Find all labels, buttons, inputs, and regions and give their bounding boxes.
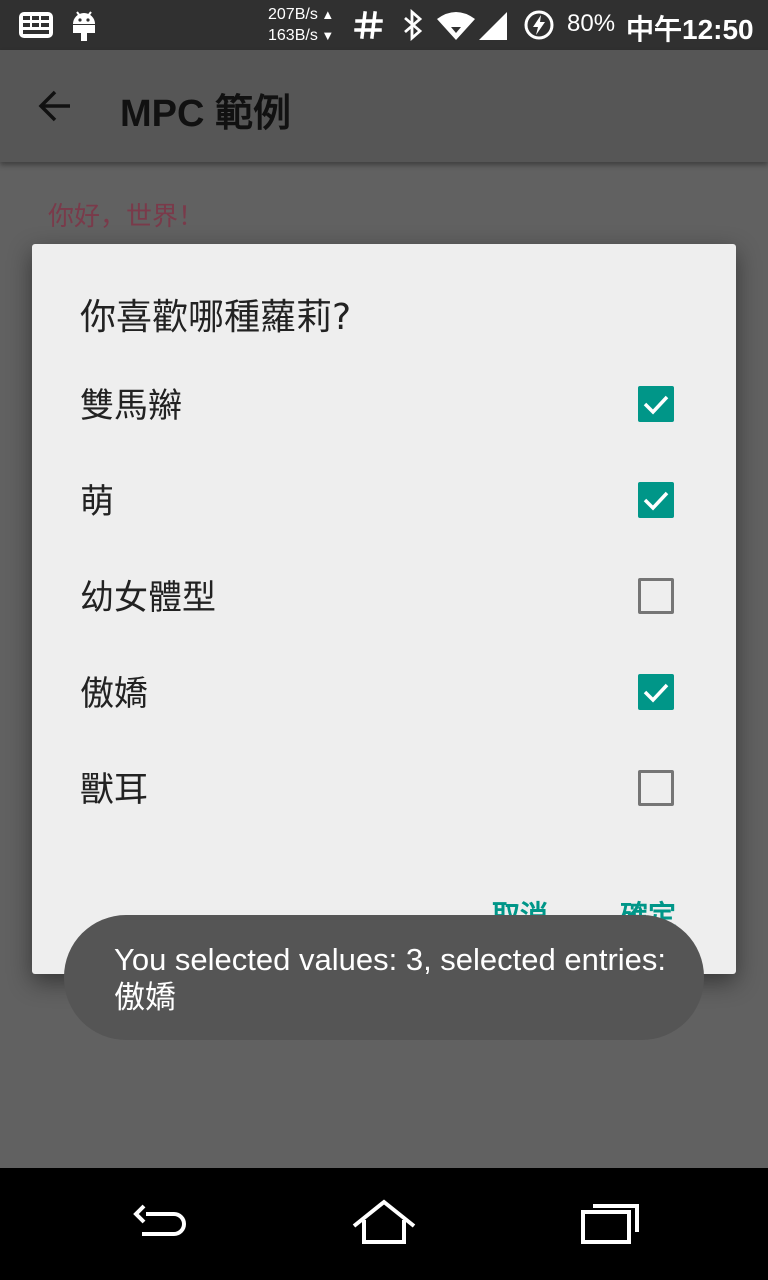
checkbox-unchecked[interactable]: [638, 770, 674, 806]
list-item-label: 萌: [80, 482, 114, 522]
checkbox-checked[interactable]: [638, 386, 674, 422]
app-toolbar: MPC 範例: [0, 50, 768, 162]
list-item-label: 獸耳: [80, 770, 148, 810]
checkbox-checked[interactable]: [638, 482, 674, 518]
back-nav-icon[interactable]: [132, 1198, 188, 1250]
dialog-list-item[interactable]: 獸耳: [32, 734, 736, 830]
dialog-list-item[interactable]: 雙馬辮: [32, 350, 736, 446]
hello-world-text: 你好，世界！: [48, 202, 205, 232]
wifi-icon: [437, 12, 475, 40]
checkbox-unchecked[interactable]: [638, 578, 674, 614]
battery-percent: 80%: [567, 10, 616, 37]
hash-icon: [354, 11, 383, 39]
status-bar: 207B/s ▲ 163B/s ▼ 80% 中午12:50: [0, 0, 768, 50]
recents-nav-icon[interactable]: [580, 1198, 642, 1250]
clock: 中午12:50: [626, 14, 754, 45]
network-speed: 207B/s ▲ 163B/s ▼: [268, 4, 334, 46]
net-up-text: 207B/s: [268, 6, 318, 23]
toast-message: You selected values: 3, selected entries…: [114, 942, 667, 1015]
navigation-bar: [0, 1168, 768, 1280]
signal-icon: [479, 12, 507, 40]
upload-arrow-icon: ▲: [317, 7, 335, 22]
multi-choice-dialog: 你喜歡哪種蘿莉? 雙馬辮 萌 幼女體型 傲嬌 獸耳 取消 確定: [32, 244, 736, 974]
bluetooth-icon: [404, 9, 423, 41]
dialog-title: 你喜歡哪種蘿莉?: [80, 297, 352, 338]
home-nav-icon[interactable]: [351, 1198, 417, 1250]
dialog-list-item[interactable]: 萌: [32, 446, 736, 542]
keyboard-icon: [19, 12, 53, 38]
list-item-label: 傲嬌: [80, 674, 148, 714]
toast: You selected values: 3, selected entries…: [64, 915, 704, 1040]
list-item-label: 雙馬辮: [80, 386, 182, 426]
net-down-text: 163B/s: [268, 27, 318, 44]
download-arrow-icon: ▼: [317, 28, 335, 43]
page-title: MPC 範例: [120, 93, 292, 135]
battery-charging-icon: [524, 10, 554, 40]
android-debug-icon: [73, 11, 95, 41]
list-item-label: 幼女體型: [80, 578, 216, 618]
checkbox-checked[interactable]: [638, 674, 674, 710]
dialog-list-item[interactable]: 幼女體型: [32, 542, 736, 638]
arrow-back-icon[interactable]: [36, 86, 76, 126]
dialog-list-item[interactable]: 傲嬌: [32, 638, 736, 734]
